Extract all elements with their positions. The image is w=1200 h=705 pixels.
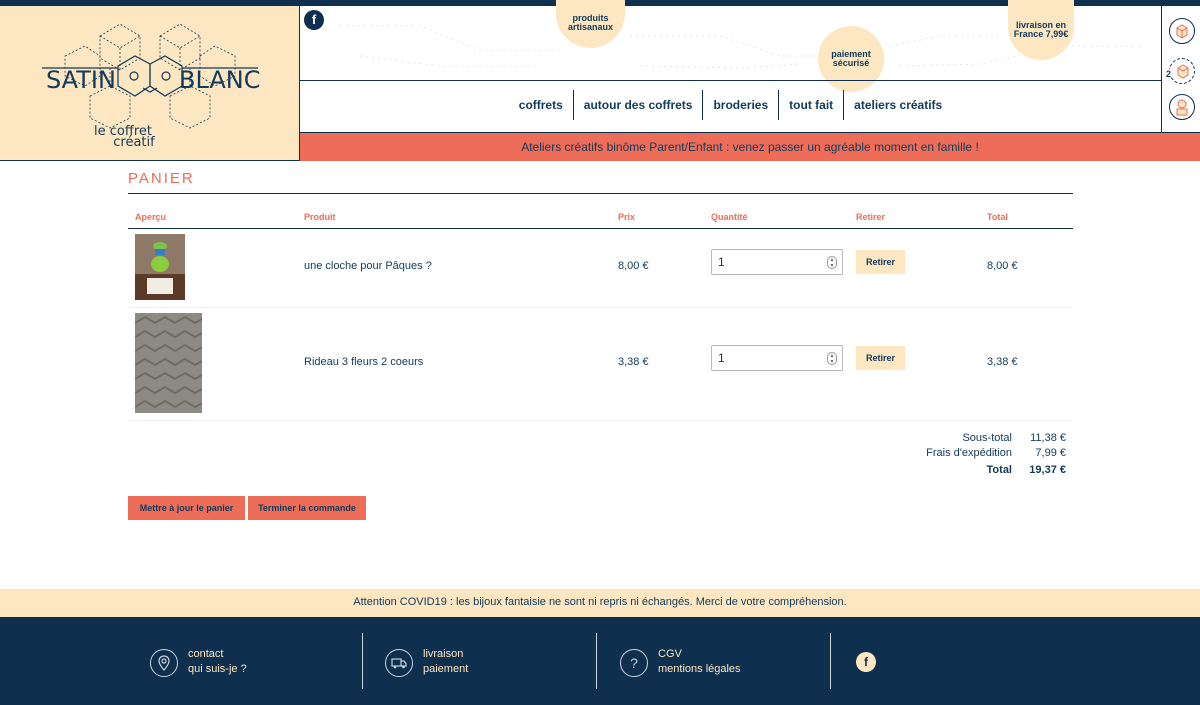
subtotal-label: Sous-total — [962, 432, 1012, 444]
footer-link-contact[interactable]: contact — [188, 647, 247, 662]
page-title: PANIER — [128, 170, 195, 187]
main-navigation: coffrets autour des coffrets broderies t… — [300, 90, 1161, 120]
nav-item-coffrets[interactable]: coffrets — [509, 90, 573, 120]
row-divider — [128, 420, 1073, 421]
site-header: f produits artisanaux paiement sécurisé … — [300, 0, 1161, 132]
subtotal-value: 11,38 € — [1030, 432, 1066, 444]
nav-item-broderies[interactable]: broderies — [702, 90, 778, 120]
logo-tagline-line-2: créatif — [113, 135, 155, 150]
facebook-icon[interactable]: f — [856, 652, 876, 672]
product-name[interactable]: une cloche pour Pâques ? — [304, 260, 432, 272]
badge-secure-payment: paiement sécurisé — [818, 26, 884, 92]
product-thumbnail[interactable] — [135, 313, 202, 413]
truck-icon — [385, 649, 413, 677]
footer-divider — [830, 633, 831, 689]
checkout-button[interactable]: Terminer la commande — [248, 496, 366, 520]
header-divider — [300, 80, 1161, 81]
announcement-banner[interactable]: Ateliers créatifs binôme Parent/Enfant :… — [300, 132, 1200, 161]
quantity-input[interactable]: 1 ▲ ▼ — [711, 249, 843, 275]
cart-count-badge: 2 — [1166, 69, 1172, 79]
quantity-value: 1 — [718, 351, 725, 365]
logo-name-left: SATIN — [46, 66, 116, 94]
column-header-product: Produit — [304, 212, 336, 222]
product-thumbnail[interactable] — [135, 234, 185, 300]
nav-item-ateliers-creatifs[interactable]: ateliers créatifs — [843, 90, 952, 120]
nav-item-tout-fait[interactable]: tout fait — [778, 90, 843, 120]
title-divider — [128, 193, 1073, 194]
remove-item-button[interactable]: Retirer — [856, 250, 905, 274]
line-total: 3,38 € — [987, 356, 1018, 368]
location-pin-icon — [150, 649, 178, 677]
footer-link-shipping[interactable]: livraison — [423, 647, 468, 662]
nav-item-autour-des-coffrets[interactable]: autour des coffrets — [572, 90, 703, 120]
total-label: Total — [986, 464, 1012, 476]
footer-links: contact qui suis-je ? — [188, 647, 247, 677]
column-header-preview: Aperçu — [135, 212, 167, 222]
table-header-divider — [128, 228, 1073, 229]
shipping-label: Frais d'expédition — [926, 447, 1012, 459]
site-logo[interactable]: SATIN BLANC le coffret créatif — [0, 6, 300, 161]
footer-divider — [362, 633, 363, 689]
quantity-value: 1 — [718, 255, 725, 269]
product-price: 8,00 € — [618, 260, 649, 272]
footer-link-payment[interactable]: paiement — [423, 662, 468, 677]
line-total: 8,00 € — [987, 260, 1018, 272]
question-icon: ? — [620, 649, 648, 677]
row-divider — [128, 307, 1073, 308]
quantity-stepper-icon[interactable]: ▲ ▼ — [827, 256, 837, 269]
column-header-remove: Retirer — [856, 212, 886, 222]
logo-tagline: le coffret créatif — [78, 125, 168, 150]
quantity-input[interactable]: 1 ▲ ▼ — [711, 345, 843, 371]
remove-item-button[interactable]: Retirer — [856, 346, 905, 370]
site-footer: contact qui suis-je ? livraison paiement… — [0, 617, 1200, 705]
quantity-stepper-icon[interactable]: ▲ ▼ — [827, 352, 837, 365]
product-name[interactable]: Rideau 3 fleurs 2 coeurs — [304, 356, 423, 368]
update-cart-button[interactable]: Mettre à jour le panier — [128, 496, 245, 520]
footer-links: livraison paiement — [423, 647, 468, 677]
product-price: 3,38 € — [618, 356, 649, 368]
user-account-icon[interactable] — [1169, 94, 1195, 120]
logo-name-right: BLANC — [179, 66, 261, 94]
right-icon-bar: 2 — [1161, 6, 1200, 132]
footer-links: CGV mentions légales — [658, 647, 741, 677]
box-icon[interactable] — [1169, 18, 1195, 44]
footer-link-about[interactable]: qui suis-je ? — [188, 662, 247, 677]
footer-divider — [596, 633, 597, 689]
column-header-quantity: Quantité — [711, 212, 748, 222]
total-value: 19,37 € — [1029, 464, 1066, 476]
facebook-icon[interactable]: f — [304, 10, 324, 30]
covid-notice: Attention COVID19 : les bijoux fantaisie… — [0, 589, 1200, 617]
footer-link-legal-notice[interactable]: mentions légales — [658, 662, 741, 677]
column-header-total: Total — [987, 212, 1008, 222]
column-header-price: Prix — [618, 212, 636, 222]
cart-icon[interactable] — [1169, 58, 1195, 84]
footer-link-cgv[interactable]: CGV — [658, 647, 741, 662]
shipping-value: 7,99 € — [1035, 447, 1066, 459]
